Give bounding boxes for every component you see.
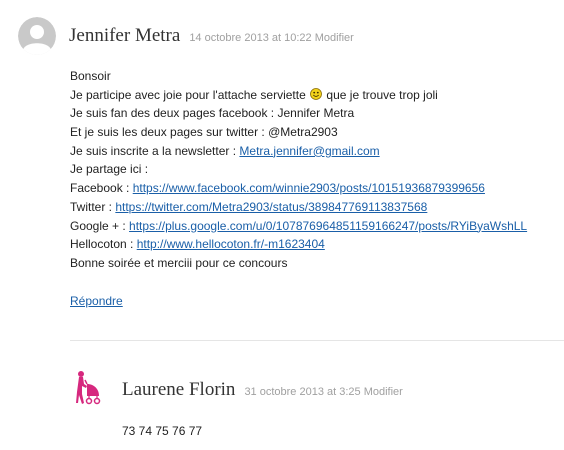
comment-meta: 14 octobre 2013 at 10:22 Modifier bbox=[189, 31, 354, 45]
smiley-face-icon bbox=[310, 87, 322, 100]
comment-line: Twitter : https://twitter.com/Metra2903/… bbox=[70, 198, 527, 217]
comment-text: Je participe avec joie pour l'attache se… bbox=[70, 87, 310, 102]
comment-body: Bonsoir Je participe avec joie pour l'at… bbox=[70, 67, 527, 273]
comment-text: Hellocoton : bbox=[70, 237, 137, 252]
comment-line: Je suis inscrite a la newsletter : Metra… bbox=[70, 142, 527, 161]
comment-author-name: Jennifer Metra bbox=[69, 25, 181, 46]
hellocoton-link[interactable]: http://www.hellocoton.fr/-m1623404 bbox=[137, 237, 325, 251]
google-plus-link[interactable]: https://plus.google.com/u/0/107876964851… bbox=[129, 219, 527, 233]
comment-text: que je trouve trop joli bbox=[323, 87, 438, 102]
comment-text: Google + : bbox=[70, 218, 130, 233]
comment-text: Je suis inscrite a la newsletter : bbox=[70, 143, 240, 158]
facebook-link[interactable]: https://www.facebook.com/winnie2903/post… bbox=[133, 181, 485, 195]
comment-line: 73 74 75 76 77 bbox=[122, 424, 203, 438]
comment-edit-link[interactable]: Modifier bbox=[364, 386, 403, 398]
comment-line: Je partage ici : bbox=[70, 162, 149, 177]
pink-stroller-avatar-icon bbox=[74, 370, 102, 406]
comment-date: 14 octobre 2013 at 10:22 bbox=[189, 31, 312, 44]
comment-line: Facebook : https://www.facebook.com/winn… bbox=[70, 179, 527, 198]
comment-header: Jennifer Metra 14 octobre 2013 at 10:22 … bbox=[69, 25, 354, 47]
comment-meta: 31 octobre 2013 at 3:25 Modifier bbox=[244, 385, 402, 399]
comment-line: Bonsoir bbox=[70, 69, 111, 83]
email-link[interactable]: Metra.jennifer@gmail.com bbox=[239, 144, 379, 158]
comment-line: Hellocoton : http://www.hellocoton.fr/-m… bbox=[70, 235, 527, 254]
comment-line: Je participe avec joie pour l'attache se… bbox=[70, 86, 527, 105]
twitter-link[interactable]: https://twitter.com/Metra2903/status/389… bbox=[115, 200, 427, 214]
comment-body: 73 74 75 76 77 bbox=[122, 422, 202, 441]
comment-edit-link[interactable]: Modifier bbox=[315, 32, 354, 44]
comment-divider bbox=[70, 340, 564, 341]
comment-author-name: Laurene Florin bbox=[122, 379, 236, 400]
comment-header: Laurene Florin 31 octobre 2013 at 3:25 M… bbox=[122, 379, 403, 401]
comment-date: 31 octobre 2013 at 3:25 bbox=[244, 385, 361, 398]
default-user-avatar-icon bbox=[18, 17, 56, 55]
comment-line: Google + : https://plus.google.com/u/0/1… bbox=[70, 217, 527, 236]
reply-link[interactable]: Répondre bbox=[70, 293, 123, 309]
comment-line: Je suis fan des deux pages facebook : Je… bbox=[70, 106, 355, 121]
comment-text: Twitter : bbox=[70, 199, 116, 214]
comment-line: Et je suis les deux pages sur twitter : … bbox=[70, 125, 338, 140]
comment-line: Bonne soirée et merciii pour ce concours bbox=[70, 255, 288, 270]
comment-text: Facebook : bbox=[70, 181, 133, 196]
